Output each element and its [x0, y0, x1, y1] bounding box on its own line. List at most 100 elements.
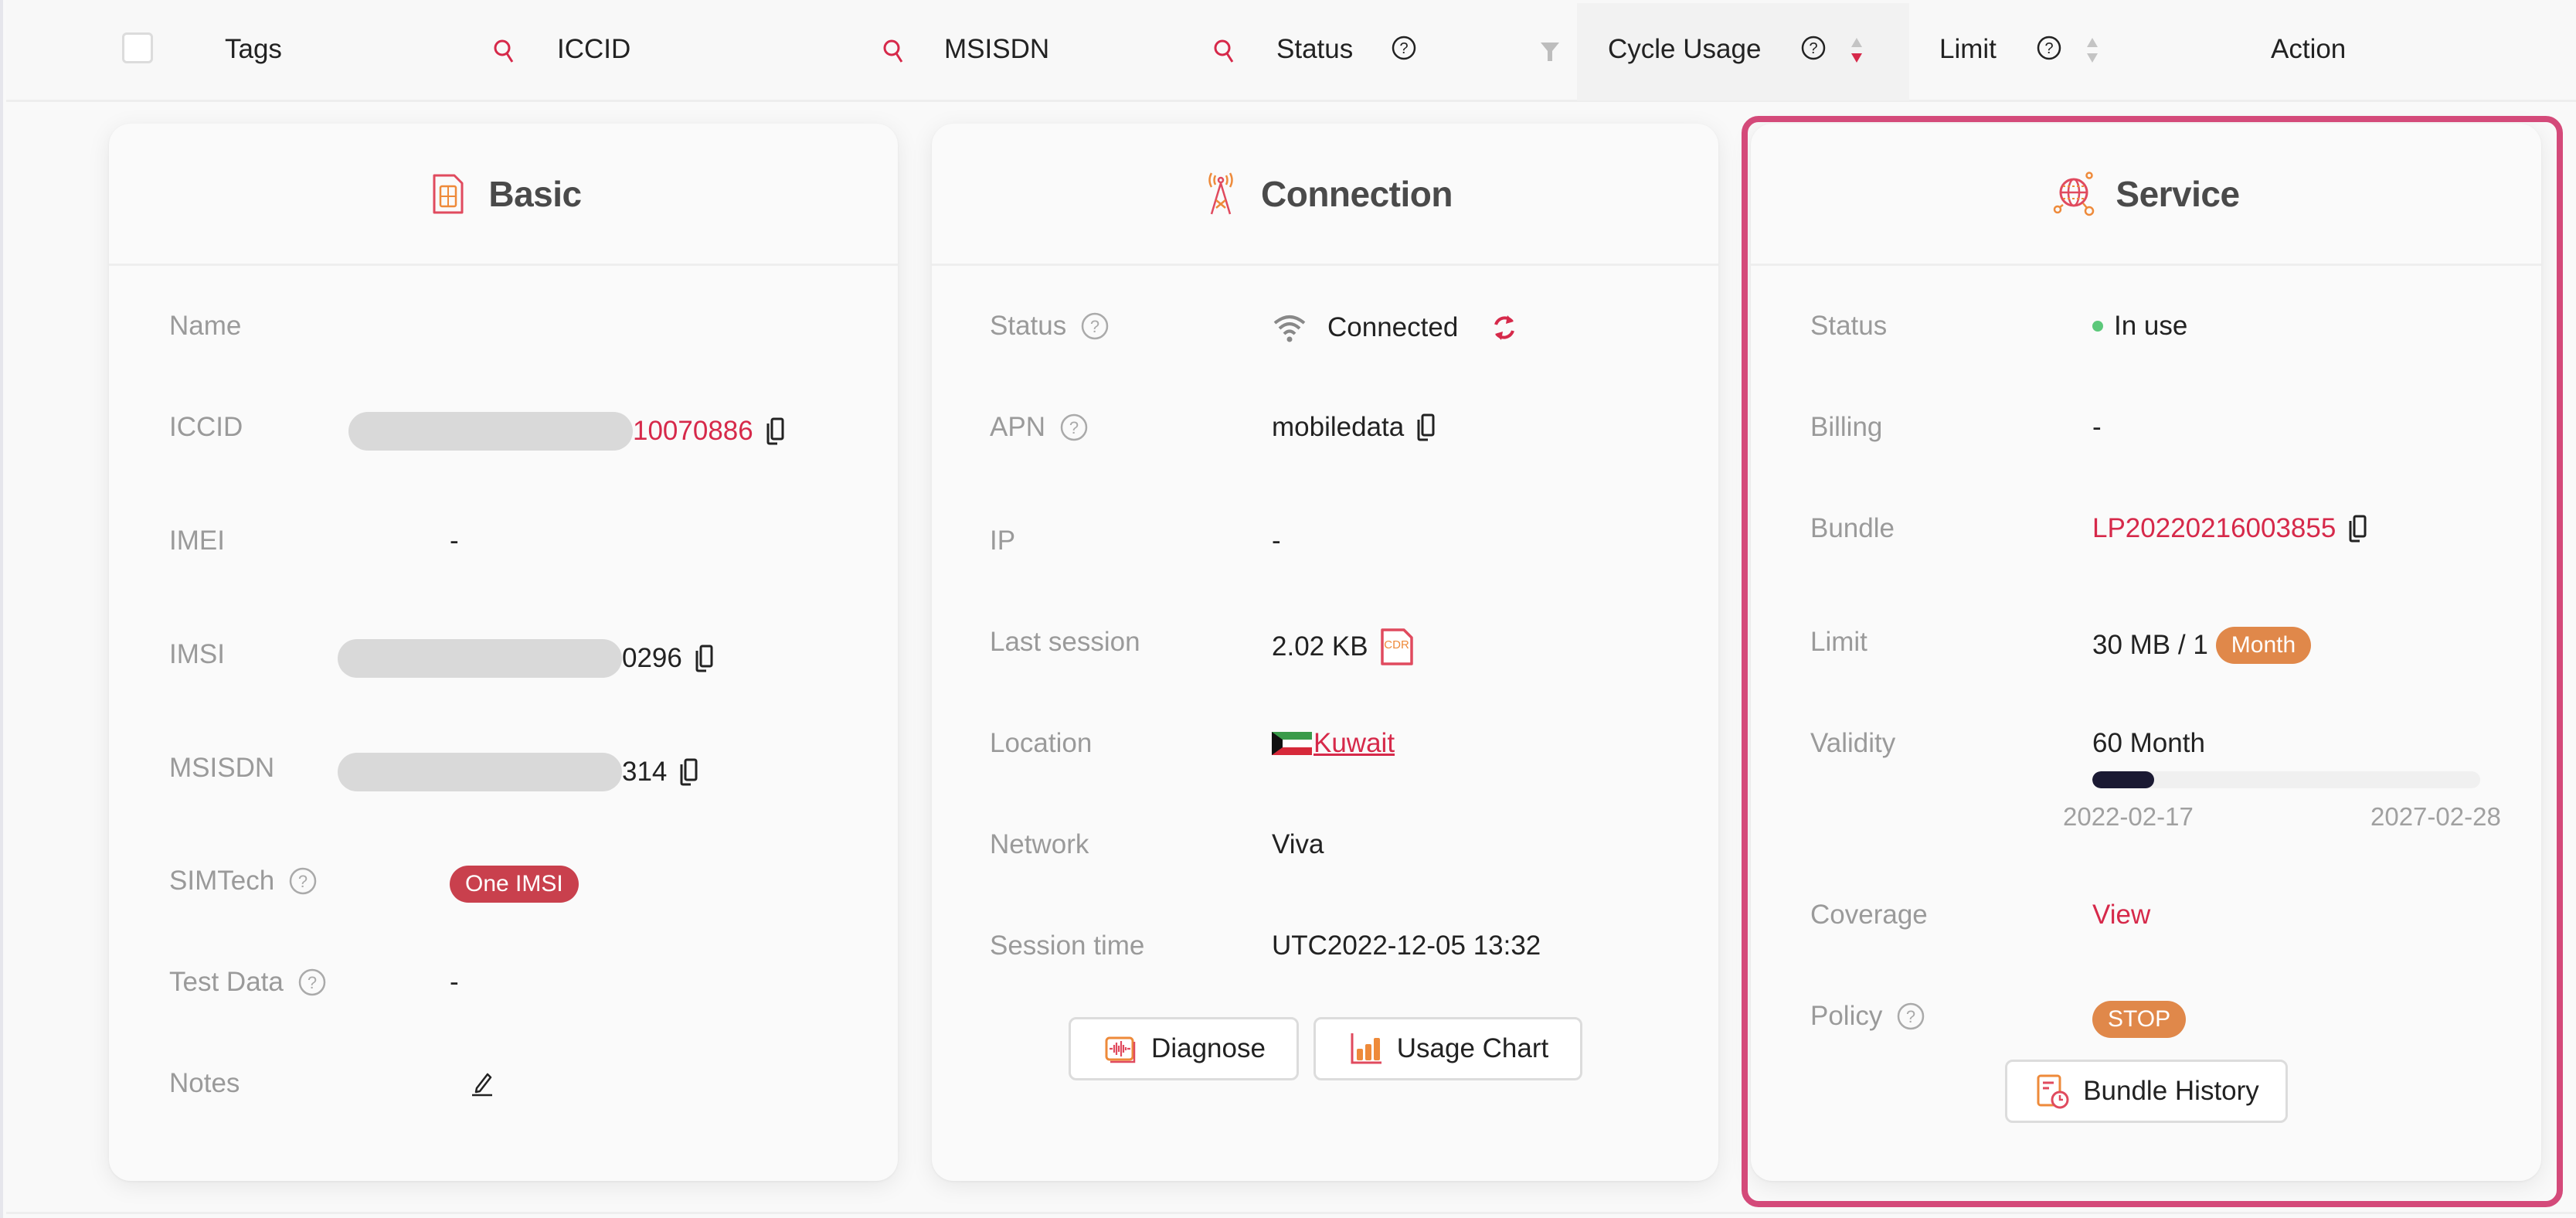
basic-card-header: Basic: [109, 124, 898, 266]
copy-icon[interactable]: [2347, 514, 2368, 543]
simtech-badge: One IMSI: [450, 866, 579, 903]
limit-value: 30 MB / 1 Month: [2092, 627, 2312, 664]
location-value: Kuwait: [1272, 728, 1395, 759]
help-icon[interactable]: ?: [1391, 35, 1417, 61]
test-data-label: Test Data: [169, 967, 284, 997]
diagnose-button[interactable]: Diagnose: [1069, 1017, 1299, 1080]
simtech-value: One IMSI: [450, 866, 579, 903]
column-header-msisdn[interactable]: MSISDN: [944, 34, 1049, 65]
test-data-label-group: Test Data ?: [169, 967, 327, 998]
policy-label-group: Policy ?: [1810, 1001, 1925, 1032]
help-icon[interactable]: ?: [2036, 35, 2062, 61]
limit-row: Limit 30 MB / 1 Month: [1751, 619, 2541, 665]
wifi-signal-icon: [1273, 315, 1306, 342]
search-icon[interactable]: [493, 39, 516, 65]
copy-icon[interactable]: [1415, 413, 1436, 442]
search-icon[interactable]: [1213, 39, 1236, 65]
bar-chart-icon: [1351, 1033, 1381, 1064]
service-status-row: Status In use: [1751, 303, 2541, 349]
edit-pencil-icon[interactable]: [469, 1068, 495, 1097]
imsi-label: IMSI: [169, 639, 225, 669]
test-data-value: -: [450, 967, 459, 997]
column-header-status[interactable]: Status: [1276, 34, 1353, 65]
connection-status-value: Connected: [1272, 311, 1520, 345]
imei-row: IMEI -: [109, 518, 898, 564]
policy-label: Policy: [1810, 1001, 1883, 1031]
connection-status-text: Connected: [1327, 312, 1459, 342]
validity-end-date: 2027-02-28: [2370, 802, 2501, 831]
column-header-cycle-usage[interactable]: Cycle Usage: [1608, 34, 1761, 65]
session-time-label: Session time: [990, 931, 1145, 961]
select-all-checkbox[interactable]: [122, 32, 153, 63]
service-card: Service Status In use Billing - Bundle L…: [1751, 124, 2541, 1181]
imsi-value-text: 0296: [622, 643, 682, 673]
iccid-value: 10070886: [348, 412, 786, 451]
service-card-header: Service: [1751, 124, 2541, 266]
name-row: Name: [109, 303, 898, 349]
help-icon[interactable]: ?: [1080, 311, 1110, 341]
apn-row: APN ? mobiledata: [932, 404, 1718, 451]
apn-value-text: mobiledata: [1272, 412, 1405, 442]
ip-value: -: [1272, 526, 1281, 556]
notes-value: [469, 1068, 495, 1097]
service-status-value: In use: [2092, 311, 2187, 342]
iccid-label: ICCID: [169, 412, 243, 442]
copy-icon[interactable]: [678, 757, 699, 787]
help-icon[interactable]: ?: [1059, 413, 1089, 442]
bundle-row: Bundle LP20220216003855: [1751, 505, 2541, 552]
svg-text:?: ?: [1809, 40, 1817, 57]
msisdn-row: MSISDN 314: [109, 745, 898, 791]
svg-text:?: ?: [308, 973, 317, 992]
connection-status-label: Status: [990, 311, 1067, 341]
last-session-label: Last session: [990, 627, 1140, 657]
coverage-view-link[interactable]: View: [2092, 900, 2150, 931]
usage-chart-button-label: Usage Chart: [1396, 1033, 1549, 1063]
redacted-mask: [338, 753, 622, 791]
bundle-label: Bundle: [1810, 513, 1895, 543]
validity-row: Validity 60 Month: [1751, 720, 2541, 767]
help-icon[interactable]: ?: [288, 866, 318, 896]
name-label: Name: [169, 311, 242, 341]
sim-card-icon: [433, 174, 464, 213]
service-status-label: Status: [1810, 311, 1888, 341]
column-header-tags[interactable]: Tags: [225, 34, 282, 65]
sort-descending-icon[interactable]: [1849, 36, 1864, 65]
filter-icon[interactable]: [1539, 40, 1561, 63]
msisdn-value-text: 314: [622, 757, 668, 787]
help-icon[interactable]: ?: [1800, 35, 1827, 61]
kuwait-flag-icon: [1272, 732, 1312, 755]
billing-row: Billing -: [1751, 404, 2541, 451]
connection-card: Connection Status ? Connected APN ? mobi…: [932, 124, 1718, 1181]
apn-value: mobiledata: [1272, 412, 1436, 443]
policy-badge: STOP: [2092, 1001, 2187, 1038]
network-value: Viva: [1272, 829, 1324, 859]
imei-value: -: [450, 526, 459, 556]
table-header: Tags ICCID MSISDN Status ? Cycle Usage ?…: [6, 0, 2576, 102]
sort-icon[interactable]: [2085, 36, 2100, 65]
bundle-history-icon: [2037, 1074, 2069, 1109]
session-time-value: UTC2022-12-05 13:32: [1272, 931, 1541, 961]
search-icon[interactable]: [882, 39, 906, 65]
limit-value-text: 30 MB / 1: [2092, 630, 2208, 660]
refresh-icon[interactable]: [1489, 311, 1520, 345]
column-header-action: Action: [2271, 34, 2347, 64]
msisdn-value: 314: [338, 753, 699, 791]
column-header-limit[interactable]: Limit: [1939, 34, 1997, 65]
iccid-value-text[interactable]: 10070886: [633, 416, 753, 447]
coverage-label: Coverage: [1810, 900, 1928, 930]
bundle-history-button[interactable]: Bundle History: [2005, 1060, 2288, 1123]
network-row: Network Viva: [932, 822, 1718, 868]
usage-chart-button[interactable]: Usage Chart: [1313, 1017, 1582, 1080]
column-header-iccid[interactable]: ICCID: [557, 34, 630, 65]
copy-icon[interactable]: [693, 644, 715, 673]
cdr-icon[interactable]: CDR: [1379, 627, 1415, 667]
copy-icon[interactable]: [764, 417, 786, 446]
imei-label: IMEI: [169, 526, 225, 556]
help-icon[interactable]: ?: [297, 968, 327, 997]
service-card-title: Service: [2116, 173, 2240, 214]
location-link[interactable]: Kuwait: [1313, 728, 1395, 759]
bundle-link[interactable]: LP20220216003855: [2092, 513, 2336, 544]
status-dot-icon: [2092, 321, 2103, 332]
help-icon[interactable]: ?: [1896, 1002, 1925, 1031]
connection-status-row: Status ? Connected: [932, 303, 1718, 349]
